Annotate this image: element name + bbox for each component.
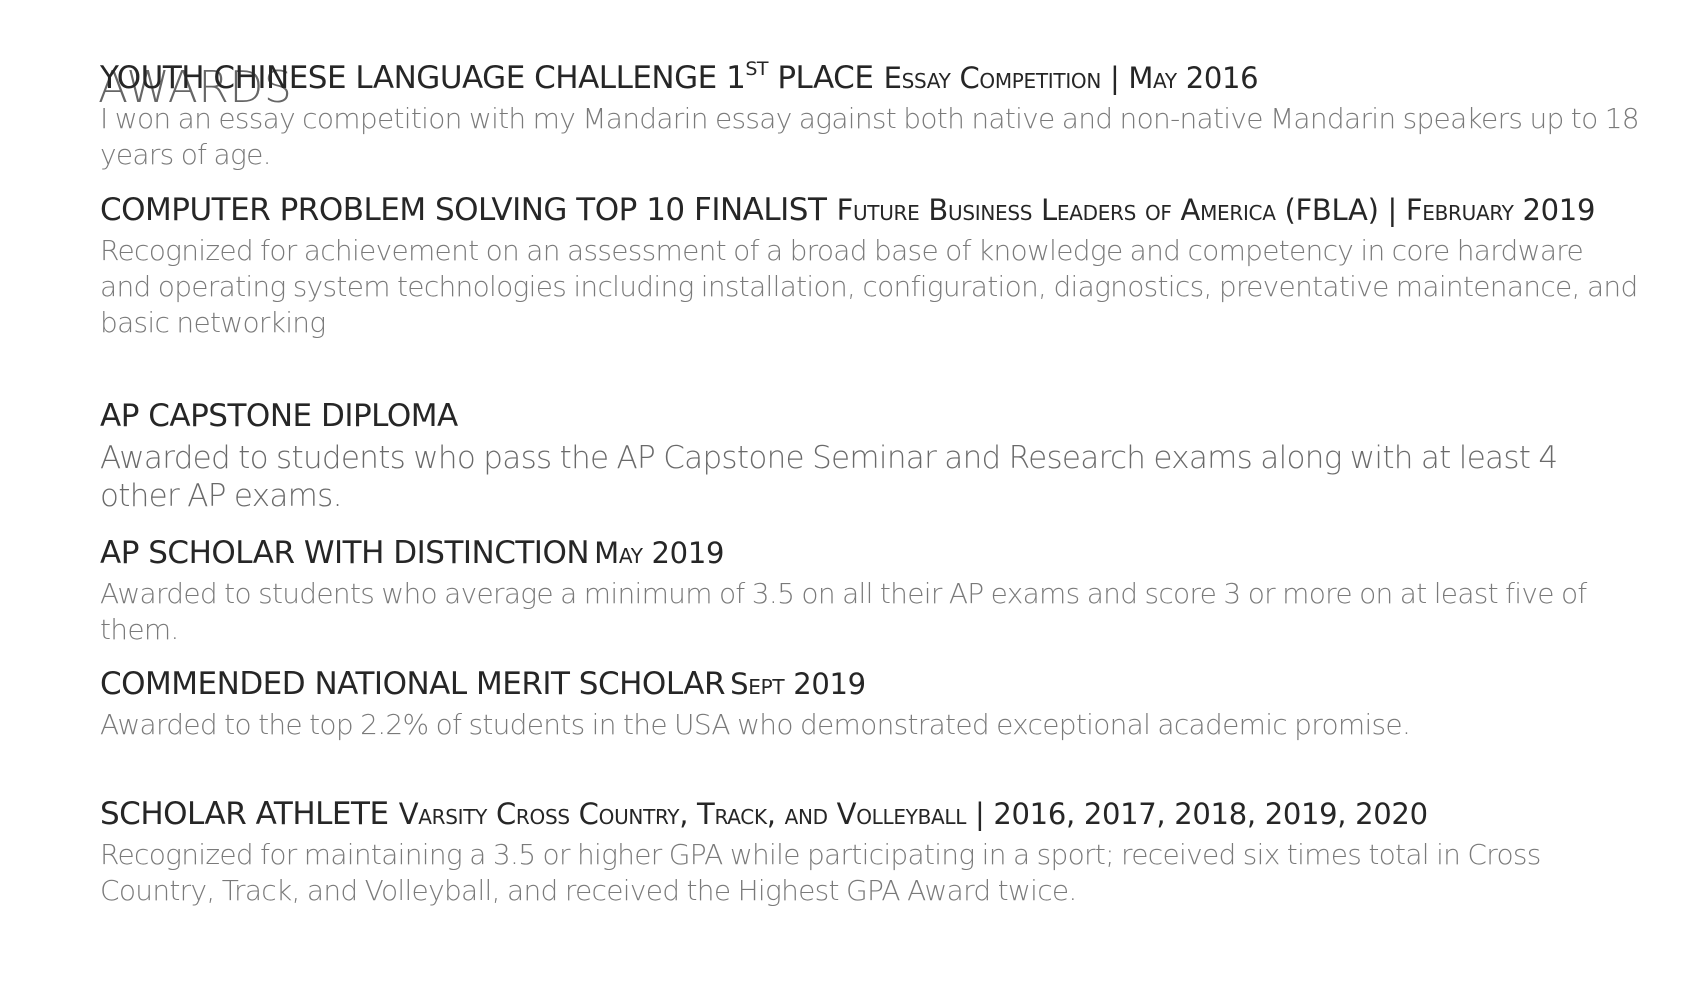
- award-title: AP CAPSTONE DIPLOMA: [100, 398, 458, 434]
- award-meta: Varsity Cross Country, Track, and Volley…: [398, 797, 1428, 831]
- award-description: Recognized for maintaining a 3.5 or high…: [100, 838, 1541, 907]
- award-description: I won an essay competition with my Manda…: [100, 102, 1640, 171]
- award-item-scholar-athlete: SCHOLAR ATHLETE Varsity Cross Country, T…: [100, 796, 1620, 909]
- award-description: Recognized for achievement on an assessm…: [100, 234, 1638, 339]
- award-title: COMPUTER PROBLEM SOLVING TOP 10 FINALIST: [100, 192, 827, 228]
- award-meta: Future Business Leaders of America (FBLA…: [836, 193, 1596, 227]
- award-description: Awarded to the top 2.2% of students in t…: [100, 708, 1411, 741]
- award-description: Awarded to students who average a minimu…: [100, 577, 1587, 646]
- award-item-ap-capstone: AP CAPSTONE DIPLOMA Awarded to students …: [100, 398, 1620, 515]
- award-description: Awarded to students who pass the AP Caps…: [100, 440, 1558, 514]
- award-heading: AP SCHOLAR WITH DISTINCTION May 2019: [100, 535, 1640, 576]
- award-item-computer-problem-solving: COMPUTER PROBLEM SOLVING TOP 10 FINALIST…: [100, 192, 1638, 341]
- award-item-chinese-challenge: YOUTH CHINESE LANGUAGE CHALLENGE 1ST PLA…: [100, 60, 1640, 173]
- award-item-ap-scholar: AP SCHOLAR WITH DISTINCTION May 2019 Awa…: [100, 535, 1620, 648]
- award-meta: Sept 2019: [730, 667, 866, 701]
- award-title-superscript: ST: [745, 58, 768, 80]
- award-meta: May 2019: [594, 536, 725, 570]
- award-title: YOUTH CHINESE LANGUAGE CHALLENGE 1ST PLA…: [100, 58, 874, 97]
- award-heading: SCHOLAR ATHLETE Varsity Cross Country, T…: [100, 796, 1640, 837]
- award-heading: COMMENDED NATIONAL MERIT SCHOLAR Sept 20…: [100, 666, 1640, 707]
- award-heading: YOUTH CHINESE LANGUAGE CHALLENGE 1ST PLA…: [100, 60, 1640, 101]
- award-title: SCHOLAR ATHLETE: [100, 796, 389, 832]
- award-heading: COMPUTER PROBLEM SOLVING TOP 10 FINALIST…: [100, 192, 1640, 233]
- award-title: AP SCHOLAR WITH DISTINCTION: [100, 535, 590, 571]
- award-meta: Essay Competition | May 2016: [883, 61, 1259, 95]
- award-title: COMMENDED NATIONAL MERIT SCHOLAR: [100, 666, 726, 702]
- award-item-national-merit: COMMENDED NATIONAL MERIT SCHOLAR Sept 20…: [100, 666, 1620, 743]
- award-heading: AP CAPSTONE DIPLOMA: [100, 398, 1640, 439]
